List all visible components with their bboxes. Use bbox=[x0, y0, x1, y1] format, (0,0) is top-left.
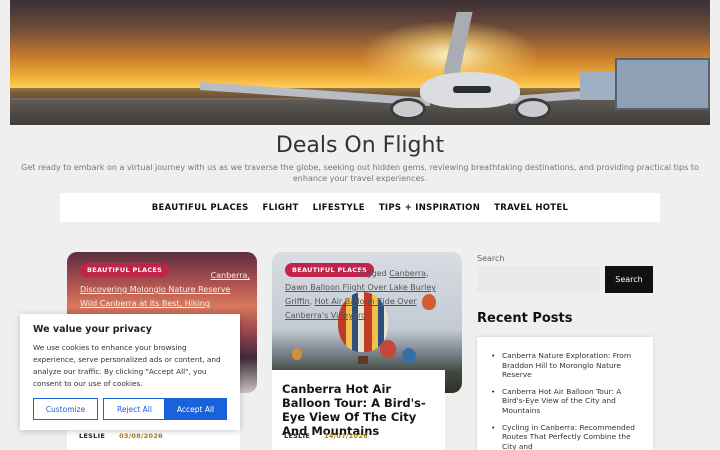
post-title[interactable]: Canberra Hot Air Balloon Tour: A Bird's-… bbox=[282, 382, 440, 438]
nav-item-flight[interactable]: FLIGHT bbox=[263, 203, 299, 213]
post-tags: Canberra, Discovering Molonglo Nature Re… bbox=[80, 269, 250, 311]
plane-left-engine bbox=[390, 98, 426, 120]
tag-link[interactable]: Wild Canberra at its Best, Hiking bbox=[80, 299, 210, 308]
jet-bridge bbox=[615, 58, 710, 110]
search-input[interactable] bbox=[477, 266, 600, 293]
post-tags: Tagged Canberra, Dawn Balloon Flight Ove… bbox=[285, 269, 437, 320]
cookie-consent-banner: We value your privacy We use cookies to … bbox=[20, 314, 240, 430]
post-date[interactable]: 14/07/2026 bbox=[324, 432, 368, 440]
recent-post-link[interactable]: Canberra Nature Exploration: From Braddo… bbox=[491, 351, 641, 380]
tagged-label: Tagged bbox=[358, 269, 387, 278]
recent-post-link[interactable]: Cycling in Canberra: Recommended Routes … bbox=[491, 423, 641, 450]
customize-button[interactable]: Customize bbox=[33, 398, 98, 420]
nav-item-travel-hotel[interactable]: TRAVEL HOTEL bbox=[494, 203, 568, 213]
tag-link[interactable]: Discovering Molonglo Nature Reserve bbox=[80, 285, 230, 294]
balloon-small bbox=[402, 348, 416, 364]
hero-runway bbox=[10, 100, 710, 125]
site-title[interactable]: Deals On Flight bbox=[0, 133, 720, 158]
balloon-basket bbox=[358, 356, 368, 364]
jet-bridge-arm bbox=[580, 72, 620, 100]
post-date[interactable]: 03/08/2026 bbox=[119, 432, 163, 440]
post-meta: LESLIE 03/08/2026 bbox=[79, 432, 163, 440]
hero-image bbox=[10, 0, 710, 125]
recent-posts-widget: Canberra Nature Exploration: From Braddo… bbox=[477, 337, 653, 450]
post-author[interactable]: LESLIE bbox=[284, 432, 310, 440]
recent-post-link[interactable]: Canberra Hot Air Balloon Tour: A Bird's-… bbox=[491, 387, 641, 416]
plane-cockpit bbox=[453, 86, 491, 93]
post-author[interactable]: LESLIE bbox=[79, 432, 105, 440]
nav-item-beautiful-places[interactable]: BEAUTIFUL PLACES bbox=[152, 203, 249, 213]
nav-item-tips-inspiration[interactable]: TIPS + INSPIRATION bbox=[379, 203, 480, 213]
tag-link[interactable]: Canberra bbox=[389, 269, 426, 278]
tag-link[interactable]: Canberra, bbox=[211, 271, 250, 280]
main-nav: BEAUTIFUL PLACES FLIGHT LIFESTYLE TIPS +… bbox=[60, 193, 660, 222]
balloon-small bbox=[380, 340, 396, 358]
balloon-small bbox=[292, 348, 302, 360]
nav-item-lifestyle[interactable]: LIFESTYLE bbox=[313, 203, 365, 213]
recent-posts-list: Canberra Nature Exploration: From Braddo… bbox=[491, 351, 641, 450]
reject-all-button[interactable]: Reject All bbox=[103, 398, 166, 420]
site-tagline: Get ready to embark on a virtual journey… bbox=[21, 163, 699, 183]
plane-right-engine bbox=[515, 98, 551, 120]
search-button[interactable]: Search bbox=[605, 266, 653, 293]
cookie-title: We value your privacy bbox=[33, 324, 152, 335]
recent-posts-heading: Recent Posts bbox=[477, 311, 573, 326]
post-meta: LESLIE 14/07/2026 bbox=[284, 432, 368, 440]
search-label: Search bbox=[477, 254, 505, 263]
cookie-text: We use cookies to enhance your browsing … bbox=[33, 343, 221, 388]
accept-all-button[interactable]: Accept All bbox=[164, 398, 227, 420]
post-card-body: Canberra Hot Air Balloon Tour: A Bird's-… bbox=[272, 370, 445, 450]
